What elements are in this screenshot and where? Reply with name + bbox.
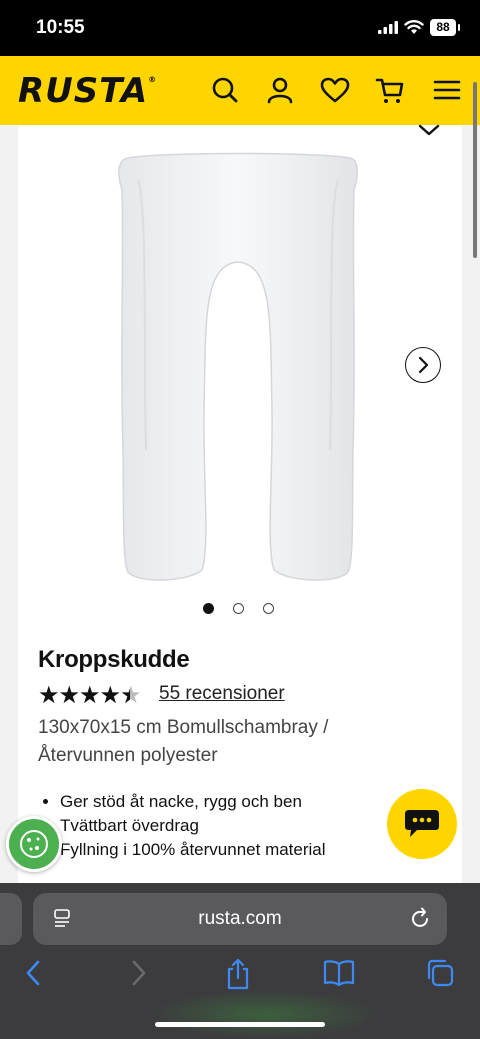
battery-icon: 88 bbox=[430, 19, 456, 36]
product-image[interactable] bbox=[98, 150, 378, 590]
cookie-icon bbox=[20, 830, 48, 858]
rusta-logo[interactable]: RUSTA® bbox=[18, 71, 157, 111]
rating-stars: ★★★★★ ★★★★★ bbox=[38, 681, 142, 710]
reload-icon[interactable] bbox=[411, 907, 431, 929]
status-time: 10:55 bbox=[36, 17, 85, 38]
next-image-button[interactable] bbox=[405, 347, 441, 383]
content-glow bbox=[150, 990, 380, 1039]
status-bar: 10:55 88 bbox=[0, 0, 480, 56]
account-icon[interactable] bbox=[265, 75, 295, 105]
page-scrollbar[interactable] bbox=[473, 82, 477, 258]
gallery-dot-1[interactable] bbox=[203, 603, 214, 614]
address-bar[interactable]: rusta.com bbox=[33, 893, 447, 945]
product-description: 130x70x15 cm Bomullschambray / Återvunne… bbox=[38, 717, 329, 766]
chat-icon bbox=[405, 810, 439, 837]
forward-icon[interactable] bbox=[128, 958, 148, 988]
search-icon[interactable] bbox=[210, 75, 240, 105]
url-text: rusta.com bbox=[198, 908, 282, 929]
cart-icon[interactable] bbox=[375, 75, 405, 105]
gallery-dot-3[interactable] bbox=[263, 603, 274, 614]
home-indicator[interactable] bbox=[155, 1022, 325, 1027]
product-title: Kroppskudde bbox=[38, 646, 190, 673]
feature-item: Tvättbart överdrag bbox=[60, 814, 326, 838]
chevron-right-icon bbox=[418, 356, 429, 374]
bookmarks-icon[interactable] bbox=[323, 958, 355, 988]
battery-tip bbox=[458, 24, 460, 31]
feature-list: Ger stöd åt nacke, rygg och ben Tvättbar… bbox=[38, 790, 326, 862]
previous-tab-peek[interactable] bbox=[0, 893, 22, 945]
wifi-icon bbox=[404, 20, 424, 34]
menu-icon[interactable] bbox=[432, 75, 462, 105]
feature-item: Fyllning i 100% återvunnet material bbox=[60, 838, 326, 862]
signal-icon bbox=[378, 21, 398, 34]
chevron-down-icon[interactable] bbox=[418, 124, 440, 136]
back-icon[interactable] bbox=[24, 958, 44, 988]
chat-button[interactable] bbox=[387, 789, 457, 859]
share-icon[interactable] bbox=[224, 958, 252, 990]
rating-stars-filled: ★★★★★ bbox=[38, 682, 130, 709]
gallery-dot-2[interactable] bbox=[233, 603, 244, 614]
cookie-settings-button[interactable] bbox=[6, 816, 62, 872]
site-header: RUSTA® bbox=[0, 56, 480, 125]
tabs-icon[interactable] bbox=[425, 958, 455, 988]
reviews-link[interactable]: 55 recensioner bbox=[159, 683, 285, 705]
feature-item: Ger stöd åt nacke, rygg och ben bbox=[60, 790, 326, 814]
heart-icon[interactable] bbox=[320, 75, 350, 105]
